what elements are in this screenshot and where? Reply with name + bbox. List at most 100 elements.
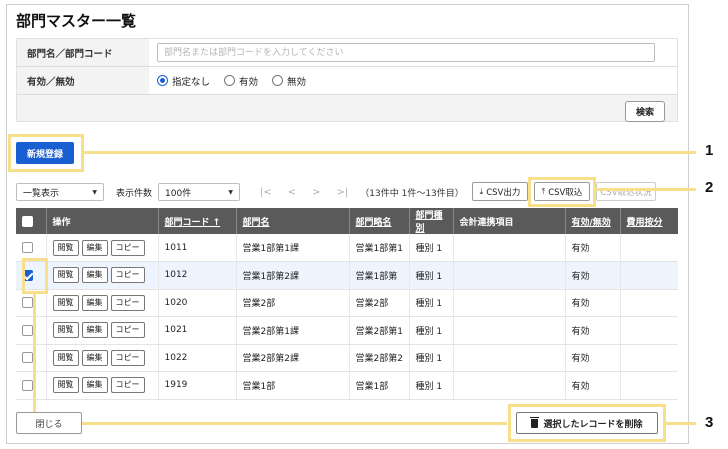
view-button[interactable]: 閲覧: [52, 294, 79, 311]
callout-number-2: 2: [705, 179, 714, 196]
table-row[interactable]: 閲覧 編集 コピー 1022 営業2部第2課 営業2部第2 種別 1 有効: [16, 344, 678, 372]
status-filter-cell: 指定なし 有効 無効: [149, 67, 677, 94]
header-short-name[interactable]: 部門略名: [349, 208, 410, 234]
filter-row-status: 有効／無効 指定なし 有効 無効: [17, 67, 677, 95]
search-button[interactable]: 検索: [625, 101, 665, 122]
table-row[interactable]: 閲覧 編集 コピー 1020 営業2部 営業2部 種別 1 有効: [16, 289, 678, 317]
view-button[interactable]: 閲覧: [52, 267, 79, 284]
cell-code: 1012: [158, 261, 237, 290]
cell-code: 1011: [158, 234, 237, 262]
cell-short-name: 営業1部第: [349, 261, 410, 290]
row-select-cell: [16, 316, 47, 345]
new-record-button[interactable]: 新規登録: [16, 142, 74, 164]
cell-code: 1020: [158, 289, 237, 317]
cell-allocation: [620, 344, 678, 372]
csv-export-button[interactable]: ⤓ CSV出力: [472, 182, 528, 201]
chevron-down-icon: ▼: [228, 188, 234, 196]
header-actions: 操作: [46, 208, 159, 234]
edit-button[interactable]: 編集: [81, 349, 108, 366]
table-row[interactable]: 閲覧 編集 コピー 1011 営業1部第1課 営業1部第1 種別 1 有効: [16, 234, 678, 262]
prev-page-icon[interactable]: <: [288, 187, 296, 198]
filter-box: 部門名／部門コード 有効／無効 指定なし 有効 無効 検索: [16, 38, 678, 122]
row-checkbox[interactable]: [22, 379, 33, 391]
cell-short-name: 営業1部第1: [349, 234, 410, 262]
callout-number-1: 1: [705, 142, 714, 159]
header-code[interactable]: 部門コード ↑: [158, 208, 237, 234]
name-search-input[interactable]: [157, 43, 655, 62]
cell-type: 種別 1: [409, 289, 454, 317]
radio-any[interactable]: 指定なし: [157, 74, 210, 88]
row-select-cell: [16, 344, 47, 372]
pager: |< < > >|: [260, 187, 364, 198]
highlight-checkbox-column: [22, 258, 48, 294]
name-filter-label: 部門名／部門コード: [27, 48, 113, 60]
cell-allocation: [620, 234, 678, 262]
cell-accounting: [453, 371, 566, 400]
table-row[interactable]: 閲覧 編集 コピー 1919 営業1部 営業1部 種別 1 有効: [16, 371, 678, 400]
cell-type: 種別 1: [409, 344, 454, 372]
edit-button[interactable]: 編集: [81, 239, 108, 256]
last-page-icon[interactable]: >|: [337, 187, 349, 198]
edit-button[interactable]: 編集: [81, 294, 108, 311]
cell-accounting: [453, 261, 566, 290]
row-checkbox[interactable]: [22, 324, 33, 336]
edit-button[interactable]: 編集: [81, 322, 108, 339]
callout-line-2: [596, 188, 696, 191]
close-button[interactable]: 閉じる: [16, 412, 82, 434]
cell-status: 有効: [565, 289, 621, 317]
view-button[interactable]: 閲覧: [52, 322, 79, 339]
row-actions: 閲覧 編集 コピー: [46, 289, 159, 317]
next-page-icon[interactable]: >: [312, 187, 320, 198]
copy-button[interactable]: コピー: [110, 322, 145, 339]
per-page-label: 表示件数: [116, 188, 153, 199]
copy-button[interactable]: コピー: [110, 239, 145, 256]
status-filter-label: 有効／無効: [27, 76, 75, 88]
table-row[interactable]: 閲覧 編集 コピー 1012 営業1部第2課 営業1部第 種別 1 有効: [16, 261, 678, 290]
cell-accounting: [453, 316, 566, 345]
view-button[interactable]: 閲覧: [52, 377, 79, 394]
radio-active[interactable]: 有効: [224, 74, 258, 88]
first-page-icon[interactable]: |<: [260, 187, 272, 198]
cell-status: 有効: [565, 261, 621, 290]
edit-button[interactable]: 編集: [81, 377, 108, 394]
per-page-select[interactable]: 100件 ▼: [158, 183, 241, 201]
copy-button[interactable]: コピー: [110, 267, 145, 284]
copy-button[interactable]: コピー: [110, 349, 145, 366]
cell-allocation: [620, 261, 678, 290]
cell-type: 種別 1: [409, 261, 454, 290]
radio-selected-icon: [157, 75, 168, 86]
view-mode-select[interactable]: 一覧表示 ▼: [16, 183, 104, 201]
header-type[interactable]: 部門種別: [409, 208, 454, 234]
header-name[interactable]: 部門名: [236, 208, 350, 234]
select-all-cell: [16, 208, 47, 234]
row-checkbox[interactable]: [22, 297, 33, 309]
select-all-checkbox[interactable]: [22, 215, 33, 227]
highlight-csv-import: [528, 177, 596, 207]
cell-name: 営業2部第1課: [236, 316, 350, 345]
page-title: 部門マスター一覧: [16, 12, 137, 30]
delete-selected-button[interactable]: 選択したレコードを削除: [516, 412, 658, 434]
radio-inactive[interactable]: 無効: [272, 74, 306, 88]
chevron-down-icon: ▼: [92, 188, 97, 196]
cell-status: 有効: [565, 234, 621, 262]
row-checkbox[interactable]: [22, 242, 33, 253]
csv-import-status-button[interactable]: CSV取込状況: [596, 182, 656, 201]
table-row[interactable]: 閲覧 編集 コピー 1021 営業2部第1課 営業2部第1 種別 1 有効: [16, 316, 678, 345]
view-button[interactable]: 閲覧: [52, 239, 79, 256]
edit-button[interactable]: 編集: [81, 267, 108, 284]
callout-line-3-right: [666, 422, 696, 425]
copy-button[interactable]: コピー: [110, 294, 145, 311]
table-header-row: 操作 部門コード ↑ 部門名 部門略名 部門種別 会計連携項目 有効/無効 費用…: [16, 208, 678, 234]
cell-code: 1919: [158, 371, 237, 400]
copy-button[interactable]: コピー: [110, 377, 145, 394]
header-allocation[interactable]: 費用按分: [620, 208, 678, 234]
row-checkbox[interactable]: [22, 352, 33, 364]
cell-short-name: 営業2部第1: [349, 316, 410, 345]
view-button[interactable]: 閲覧: [52, 349, 79, 366]
radio-icon: [224, 75, 236, 86]
cell-short-name: 営業2部第2: [349, 344, 410, 372]
cell-name: 営業2部: [236, 289, 350, 317]
cell-type: 種別 1: [409, 371, 454, 400]
cell-code: 1021: [158, 316, 237, 345]
header-status[interactable]: 有効/無効: [565, 208, 621, 234]
